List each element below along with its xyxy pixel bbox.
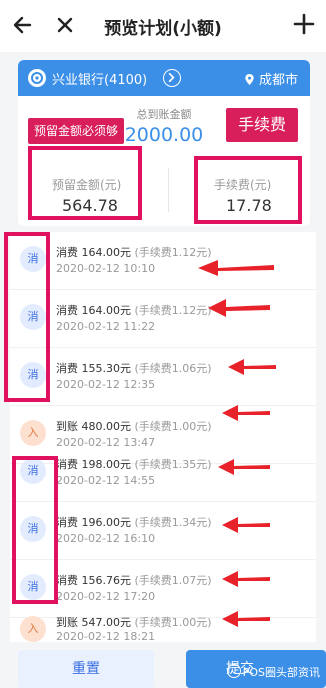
city-label: 成都市 xyxy=(258,73,298,88)
transaction-desc: 消费 164.00元 (手续费1.12元) xyxy=(56,302,212,318)
transaction-fee: (手续费1.12元) xyxy=(134,304,212,317)
watermark-text: POS圈头部资讯 xyxy=(242,666,320,679)
transaction-desc: 消费 164.00元 (手续费1.12元) xyxy=(56,244,212,260)
watermark: POS圈头部资讯 xyxy=(226,664,320,680)
fee-note-tag: 手续费 xyxy=(226,108,298,142)
page-title: 预览计划(小额) xyxy=(104,19,222,39)
transaction-title: 消费 155.30元 xyxy=(56,362,131,375)
transaction-title: 消费 164.00元 xyxy=(56,246,131,259)
transaction-desc: 到账 547.00元 (手续费1.00元) xyxy=(56,614,212,630)
chevron-right-icon[interactable] xyxy=(163,69,181,87)
transaction-fee: (手续费1.34元) xyxy=(134,516,212,529)
transaction-fee: (手续费1.35元) xyxy=(134,458,212,471)
transaction-title: 消费 164.00元 xyxy=(56,304,131,317)
location-pin-icon xyxy=(245,74,254,85)
annotation-arrow-icon xyxy=(222,571,270,587)
fee-highlight-box xyxy=(194,156,302,224)
transaction-title: 消费 156.76元 xyxy=(56,574,131,587)
reset-button[interactable]: 重置 xyxy=(18,650,154,688)
transaction-desc: 消费 198.00元 (手续费1.35元) xyxy=(56,456,212,472)
transaction-desc: 到账 480.00元 (手续费1.00元) xyxy=(56,418,212,434)
reserve-highlight-box xyxy=(28,146,142,220)
transaction-fee: (手续费1.06元) xyxy=(134,362,212,375)
bank-name: 兴业银行(4100) xyxy=(52,73,148,88)
transaction-title: 消费 198.00元 xyxy=(56,458,131,471)
transaction-title: 到账 480.00元 xyxy=(56,420,131,433)
annotation-arrow-icon xyxy=(222,405,270,421)
top-bar: 预览计划(小额) xyxy=(0,0,326,52)
spend-group-highlight-box xyxy=(12,456,58,604)
reserve-note-tag: 预留金额必须够 xyxy=(28,118,125,144)
transaction-fee: (手续费1.00元) xyxy=(134,420,212,433)
annotation-arrow-icon xyxy=(228,359,276,375)
bank-logo-icon xyxy=(28,69,46,87)
annotation-arrow-icon xyxy=(222,611,270,627)
transaction-desc: 消费 196.00元 (手续费1.34元) xyxy=(56,514,212,530)
wechat-icon xyxy=(226,664,241,678)
location[interactable]: 成都市 xyxy=(244,69,298,88)
transaction-desc: 消费 155.30元 (手续费1.06元) xyxy=(56,360,212,376)
add-icon[interactable] xyxy=(290,10,318,38)
arrive-badge: 入 xyxy=(20,616,46,642)
annotation-arrow-icon xyxy=(222,517,270,533)
stats-divider xyxy=(168,168,169,212)
transaction-time: 2020-02-12 18:21 xyxy=(56,630,156,642)
transaction-time: 2020-02-12 17:20 xyxy=(56,590,156,603)
transaction-fee: (手续费1.07元) xyxy=(134,574,212,587)
transaction-time: 2020-02-12 16:10 xyxy=(56,532,156,545)
bank-header[interactable]: 兴业银行(4100) 成都市 xyxy=(18,60,310,96)
transaction-title: 到账 547.00元 xyxy=(56,616,131,629)
transaction-time: 2020-02-12 12:35 xyxy=(56,378,156,391)
transaction-fee: (手续费1.00元) xyxy=(134,616,212,629)
transaction-time: 2020-02-12 14:55 xyxy=(56,474,156,487)
spend-group-highlight-box xyxy=(4,232,50,402)
annotation-arrow-icon xyxy=(198,260,274,276)
arrive-badge: 入 xyxy=(20,420,46,446)
transaction-time: 2020-02-12 10:10 xyxy=(56,262,156,275)
transaction-desc: 消费 156.76元 (手续费1.07元) xyxy=(56,572,212,588)
transaction-time: 2020-02-12 11:22 xyxy=(56,320,156,333)
annotation-arrow-icon xyxy=(218,459,270,475)
transaction-title: 消费 196.00元 xyxy=(56,516,131,529)
annotation-arrow-icon xyxy=(208,299,270,317)
